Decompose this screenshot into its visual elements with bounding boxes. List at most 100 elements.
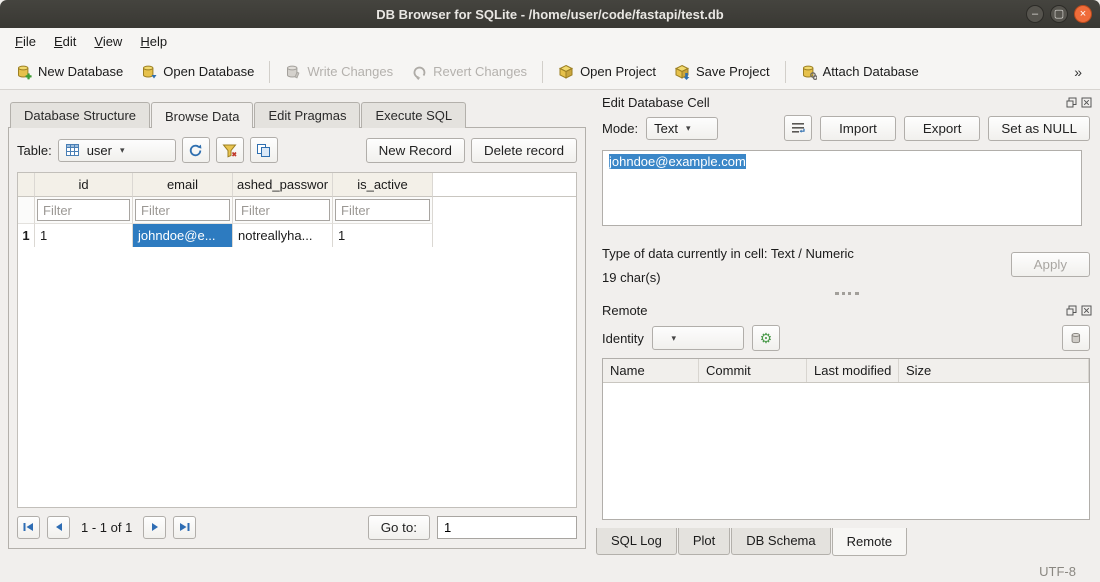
remote-column-commit[interactable]: Commit: [699, 359, 807, 382]
dock-splitter[interactable]: [594, 288, 1100, 298]
remote-column-last-modified[interactable]: Last modified: [807, 359, 899, 382]
column-header-is-active[interactable]: is_active: [333, 173, 433, 197]
window-controls: – ▢ ×: [1026, 5, 1092, 23]
word-wrap-button[interactable]: [784, 115, 812, 141]
cell-is-active[interactable]: 1: [333, 224, 433, 247]
clear-filters-button[interactable]: [216, 137, 244, 163]
menu-edit[interactable]: Edit: [45, 30, 85, 53]
first-record-icon: [22, 521, 35, 533]
table-row: 1 1 johndoe@e... notreallyha... 1: [18, 224, 576, 247]
mode-selector[interactable]: Text ▾: [646, 117, 718, 140]
filter-input-id[interactable]: [37, 199, 130, 221]
import-button[interactable]: Import: [820, 116, 896, 141]
clear-filters-icon: [222, 143, 237, 158]
cell-hashed-password[interactable]: notreallyha...: [233, 224, 333, 247]
remote-column-name[interactable]: Name: [603, 359, 699, 382]
menu-help[interactable]: Help: [131, 30, 176, 53]
dock-float-icon[interactable]: [1066, 97, 1077, 108]
refresh-button[interactable]: [182, 137, 210, 163]
open-database-label: Open Database: [163, 64, 254, 79]
remote-column-size[interactable]: Size: [899, 359, 1089, 382]
save-project-button[interactable]: Save Project: [666, 59, 778, 85]
dock-float-icon[interactable]: [1066, 305, 1077, 316]
cell-editor[interactable]: johndoe@example.com: [602, 150, 1082, 226]
toolbar-overflow-button[interactable]: »: [1064, 62, 1092, 82]
close-button[interactable]: ×: [1074, 5, 1092, 23]
attach-database-button[interactable]: Attach Database: [793, 59, 927, 85]
tab-remote[interactable]: Remote: [832, 528, 908, 556]
record-pager: 1 - 1 of 1 Go to:: [17, 514, 577, 540]
tab-execute-sql[interactable]: Execute SQL: [361, 102, 466, 128]
dock-close-icon[interactable]: [1081, 305, 1092, 316]
table-selector[interactable]: user ▾: [58, 139, 176, 162]
attach-database-icon: [801, 64, 817, 80]
tab-browse-data[interactable]: Browse Data: [151, 102, 253, 128]
record-position: 1 - 1 of 1: [81, 520, 132, 535]
cell-email-selected[interactable]: johndoe@e...: [133, 224, 233, 247]
revert-changes-icon: [411, 64, 427, 80]
open-project-button[interactable]: Open Project: [550, 59, 664, 85]
mode-label: Mode:: [602, 121, 638, 136]
goto-button[interactable]: Go to:: [368, 515, 430, 540]
next-record-button[interactable]: [143, 516, 166, 539]
open-database-button[interactable]: Open Database: [133, 59, 262, 85]
table-selector-value: user: [87, 143, 112, 158]
minimize-button[interactable]: –: [1026, 5, 1044, 23]
maximize-button[interactable]: ▢: [1050, 5, 1068, 23]
goto-input[interactable]: [437, 516, 577, 539]
identity-selector[interactable]: ▾: [652, 326, 744, 350]
mode-selector-value: Text: [654, 121, 678, 136]
revert-changes-button: Revert Changes: [403, 59, 535, 85]
column-header-email[interactable]: email: [133, 173, 233, 197]
previous-record-button[interactable]: [47, 516, 70, 539]
remote-table-header: Name Commit Last modified Size: [603, 359, 1089, 383]
toolbar-separator: [542, 61, 543, 83]
menu-view[interactable]: View: [85, 30, 131, 53]
export-button[interactable]: Export: [904, 116, 981, 141]
row-number[interactable]: 1: [18, 224, 35, 247]
clone-database-button[interactable]: [1062, 325, 1090, 351]
identity-selector-value: [660, 331, 664, 346]
filter-input-is-active[interactable]: [335, 199, 430, 221]
tab-sql-log[interactable]: SQL Log: [596, 528, 677, 555]
save-table-button[interactable]: [250, 137, 278, 163]
row-header-corner: [18, 173, 35, 197]
apply-button: Apply: [1011, 252, 1090, 277]
tab-database-structure[interactable]: Database Structure: [10, 102, 150, 128]
remote-header: Remote: [594, 300, 1100, 320]
main-area: Database Structure Browse Data Edit Prag…: [0, 90, 1100, 560]
encoding-indicator[interactable]: UTF-8: [1039, 564, 1076, 579]
edit-cell-toolbar: Mode: Text ▾ Import Export Set as: [602, 114, 1090, 142]
last-record-button[interactable]: [173, 516, 196, 539]
last-record-icon: [178, 521, 191, 533]
filter-input-email[interactable]: [135, 199, 230, 221]
left-panel: Database Structure Browse Data Edit Prag…: [8, 102, 586, 549]
tab-plot[interactable]: Plot: [678, 528, 730, 555]
first-record-button[interactable]: [17, 516, 40, 539]
column-header-hashed-password[interactable]: ashed_passwor: [233, 173, 333, 197]
set-as-null-button[interactable]: Set as NULL: [988, 116, 1090, 141]
delete-record-button[interactable]: Delete record: [471, 138, 577, 163]
main-tabbar: Database Structure Browse Data Edit Prag…: [8, 102, 586, 128]
save-table-icon: [256, 143, 271, 158]
identity-settings-button[interactable]: ⚙: [752, 325, 780, 351]
new-record-button[interactable]: New Record: [366, 138, 465, 163]
cell-id[interactable]: 1: [35, 224, 133, 247]
table-icon: [66, 144, 79, 156]
column-header-id[interactable]: id: [35, 173, 133, 197]
right-panel: Edit Database Cell Mode: Text ▾: [594, 90, 1100, 560]
menu-file[interactable]: File: [6, 30, 45, 53]
tab-db-schema[interactable]: DB Schema: [731, 528, 830, 555]
titlebar: DB Browser for SQLite - /home/user/code/…: [0, 0, 1100, 28]
revert-changes-label: Revert Changes: [433, 64, 527, 79]
dock-close-icon[interactable]: [1081, 97, 1092, 108]
write-changes-button: Write Changes: [277, 59, 401, 85]
new-database-button[interactable]: New Database: [8, 59, 131, 85]
data-grid: id email ashed_passwor is_active: [17, 172, 577, 508]
dock-tabbar: SQL Log Plot DB Schema Remote: [596, 528, 1100, 556]
gear-icon: ⚙: [760, 331, 773, 345]
tab-edit-pragmas[interactable]: Edit Pragmas: [254, 102, 360, 128]
word-wrap-icon: [791, 122, 805, 134]
save-project-label: Save Project: [696, 64, 770, 79]
filter-input-hashed-password[interactable]: [235, 199, 330, 221]
